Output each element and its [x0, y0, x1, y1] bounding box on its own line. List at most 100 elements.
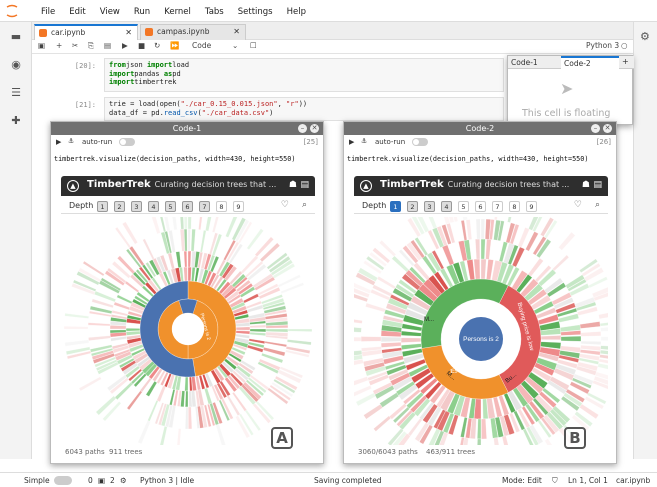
- sunburst-segment[interactable]: [249, 328, 267, 333]
- sunburst-chart[interactable]: Persons is 2: [61, 217, 315, 445]
- minimize-icon[interactable]: –: [298, 124, 307, 133]
- sunburst-segment[interactable]: [475, 238, 481, 260]
- sunburst-segment[interactable]: [150, 217, 161, 235]
- sunburst-segment[interactable]: [137, 420, 151, 445]
- sunburst-segment[interactable]: [183, 266, 188, 282]
- heart-icon[interactable]: ♡: [281, 200, 289, 210]
- sunburst-segment[interactable]: [114, 381, 134, 400]
- github-icon[interactable]: ☗: [582, 180, 590, 190]
- sunburst-segment[interactable]: [354, 359, 364, 367]
- close-icon[interactable]: ✕: [310, 124, 319, 133]
- sunburst-segment[interactable]: [477, 418, 482, 440]
- depth-3-button[interactable]: 3: [424, 201, 435, 212]
- sunburst-segment[interactable]: [190, 228, 196, 252]
- sunburst-segment[interactable]: [465, 219, 472, 240]
- sunburst-segment[interactable]: [171, 217, 178, 231]
- menu-item[interactable]: Tabs: [198, 0, 231, 22]
- simple-mode-toggle[interactable]: [54, 476, 72, 485]
- depth-8-button[interactable]: 8: [216, 201, 227, 212]
- sunburst-segment[interactable]: [200, 230, 207, 253]
- sunburst-segment[interactable]: [176, 428, 182, 445]
- sunburst-segment[interactable]: [125, 330, 141, 336]
- sunburst-segment[interactable]: [198, 217, 203, 230]
- depth-5-button[interactable]: 5: [458, 201, 469, 212]
- sunburst-segment[interactable]: [473, 258, 481, 280]
- sunburst-segment[interactable]: [440, 217, 451, 225]
- sunburst-segment[interactable]: [544, 438, 559, 445]
- depth-1-button[interactable]: 1: [390, 201, 401, 212]
- menu-item[interactable]: Edit: [62, 0, 92, 22]
- extension-icon[interactable]: ✚: [9, 114, 23, 128]
- sunburst-segment[interactable]: [599, 321, 608, 327]
- sunburst-segment[interactable]: [64, 339, 90, 347]
- cursor-position[interactable]: Ln 1, Col 1: [568, 476, 608, 485]
- sunburst-segment[interactable]: [212, 217, 221, 233]
- close-icon[interactable]: ✕: [603, 124, 612, 133]
- sunburst-segment[interactable]: [552, 254, 570, 272]
- sunburst-segment[interactable]: [191, 266, 196, 282]
- sunburst-segment[interactable]: [373, 415, 392, 432]
- sunburst-segment[interactable]: [78, 376, 102, 392]
- depth-1-button[interactable]: 1: [97, 201, 108, 212]
- sunburst-segment[interactable]: [126, 390, 143, 411]
- sunburst-segment[interactable]: [286, 339, 312, 346]
- code-cell[interactable]: trie = load(open("./car_0.15_0.015.json"…: [104, 97, 504, 121]
- code-line[interactable]: timbertrek.visualize(decision_paths, wid…: [347, 154, 615, 165]
- sunburst-segment[interactable]: [109, 325, 127, 330]
- close-icon[interactable]: ✕: [125, 26, 132, 40]
- sunburst-segment[interactable]: [88, 335, 111, 341]
- folder-icon[interactable]: ▬: [9, 30, 23, 44]
- depth-9-button[interactable]: 9: [526, 201, 537, 212]
- sunburst-segment[interactable]: [600, 326, 608, 332]
- sunburst-segment[interactable]: [235, 326, 251, 331]
- jupyter-logo-icon[interactable]: [6, 4, 18, 18]
- gear-icon[interactable]: ⚙: [640, 30, 650, 43]
- sunburst-segment[interactable]: [179, 217, 185, 230]
- sunburst-segment[interactable]: [354, 376, 369, 388]
- sunburst-segment[interactable]: [175, 251, 182, 268]
- document-icon[interactable]: ▤: [300, 180, 309, 190]
- code-line[interactable]: timbertrek.visualize(decision_paths, wid…: [54, 154, 322, 165]
- menu-item[interactable]: Help: [280, 0, 313, 22]
- sunburst-segment[interactable]: [264, 341, 287, 348]
- add-cell-icon[interactable]: +: [56, 41, 62, 50]
- sunburst-segment[interactable]: [159, 426, 168, 445]
- sunburst-segment[interactable]: [597, 363, 608, 371]
- sunburst-segment[interactable]: [540, 335, 562, 340]
- kernel-status[interactable]: Python 3 | Idle: [140, 476, 194, 485]
- depth-7-button[interactable]: 7: [199, 201, 210, 212]
- sunburst-segment[interactable]: [441, 244, 455, 266]
- sunburst-segment[interactable]: [458, 436, 465, 445]
- sunburst-segment[interactable]: [215, 423, 226, 445]
- depth-7-button[interactable]: 7: [492, 201, 503, 212]
- sunburst-segment[interactable]: [185, 390, 189, 408]
- sunburst-segment[interactable]: [363, 404, 383, 420]
- run-icon[interactable]: ▶: [349, 138, 354, 146]
- run-icon[interactable]: ▶: [56, 138, 61, 146]
- sunburst-segment[interactable]: [466, 259, 475, 281]
- depth-2-button[interactable]: 2: [114, 201, 125, 212]
- mini-tab-code1[interactable]: Code-1: [511, 58, 538, 67]
- heart-icon[interactable]: ♡: [574, 200, 582, 210]
- save-icon[interactable]: ▣: [38, 41, 45, 50]
- depth-6-button[interactable]: 6: [182, 201, 193, 212]
- tab-car[interactable]: car.ipynb ✕: [34, 24, 138, 40]
- sunburst-segment[interactable]: [184, 376, 189, 392]
- sunburst-segment[interactable]: [287, 328, 313, 332]
- depth-5-button[interactable]: 5: [165, 201, 176, 212]
- document-icon[interactable]: ▤: [593, 180, 602, 190]
- mini-tab-code2[interactable]: Code-2: [561, 56, 619, 69]
- restart-icon[interactable]: ↻: [154, 41, 160, 50]
- sunburst-segment[interactable]: [400, 330, 422, 337]
- sunburst-segment[interactable]: [460, 220, 468, 241]
- sunburst-segment[interactable]: [354, 385, 372, 397]
- tab-campas[interactable]: campas.ipynb ✕: [140, 24, 246, 40]
- sunburst-segment[interactable]: [204, 387, 213, 405]
- autorun-toggle[interactable]: [412, 138, 428, 146]
- sunburst-segment[interactable]: [376, 276, 396, 290]
- menu-item[interactable]: Kernel: [157, 0, 198, 22]
- depth-9-button[interactable]: 9: [233, 201, 244, 212]
- depth-3-button[interactable]: 3: [131, 201, 142, 212]
- panel-title[interactable]: Code-1: [51, 122, 323, 135]
- stop-icon[interactable]: ■: [138, 41, 145, 50]
